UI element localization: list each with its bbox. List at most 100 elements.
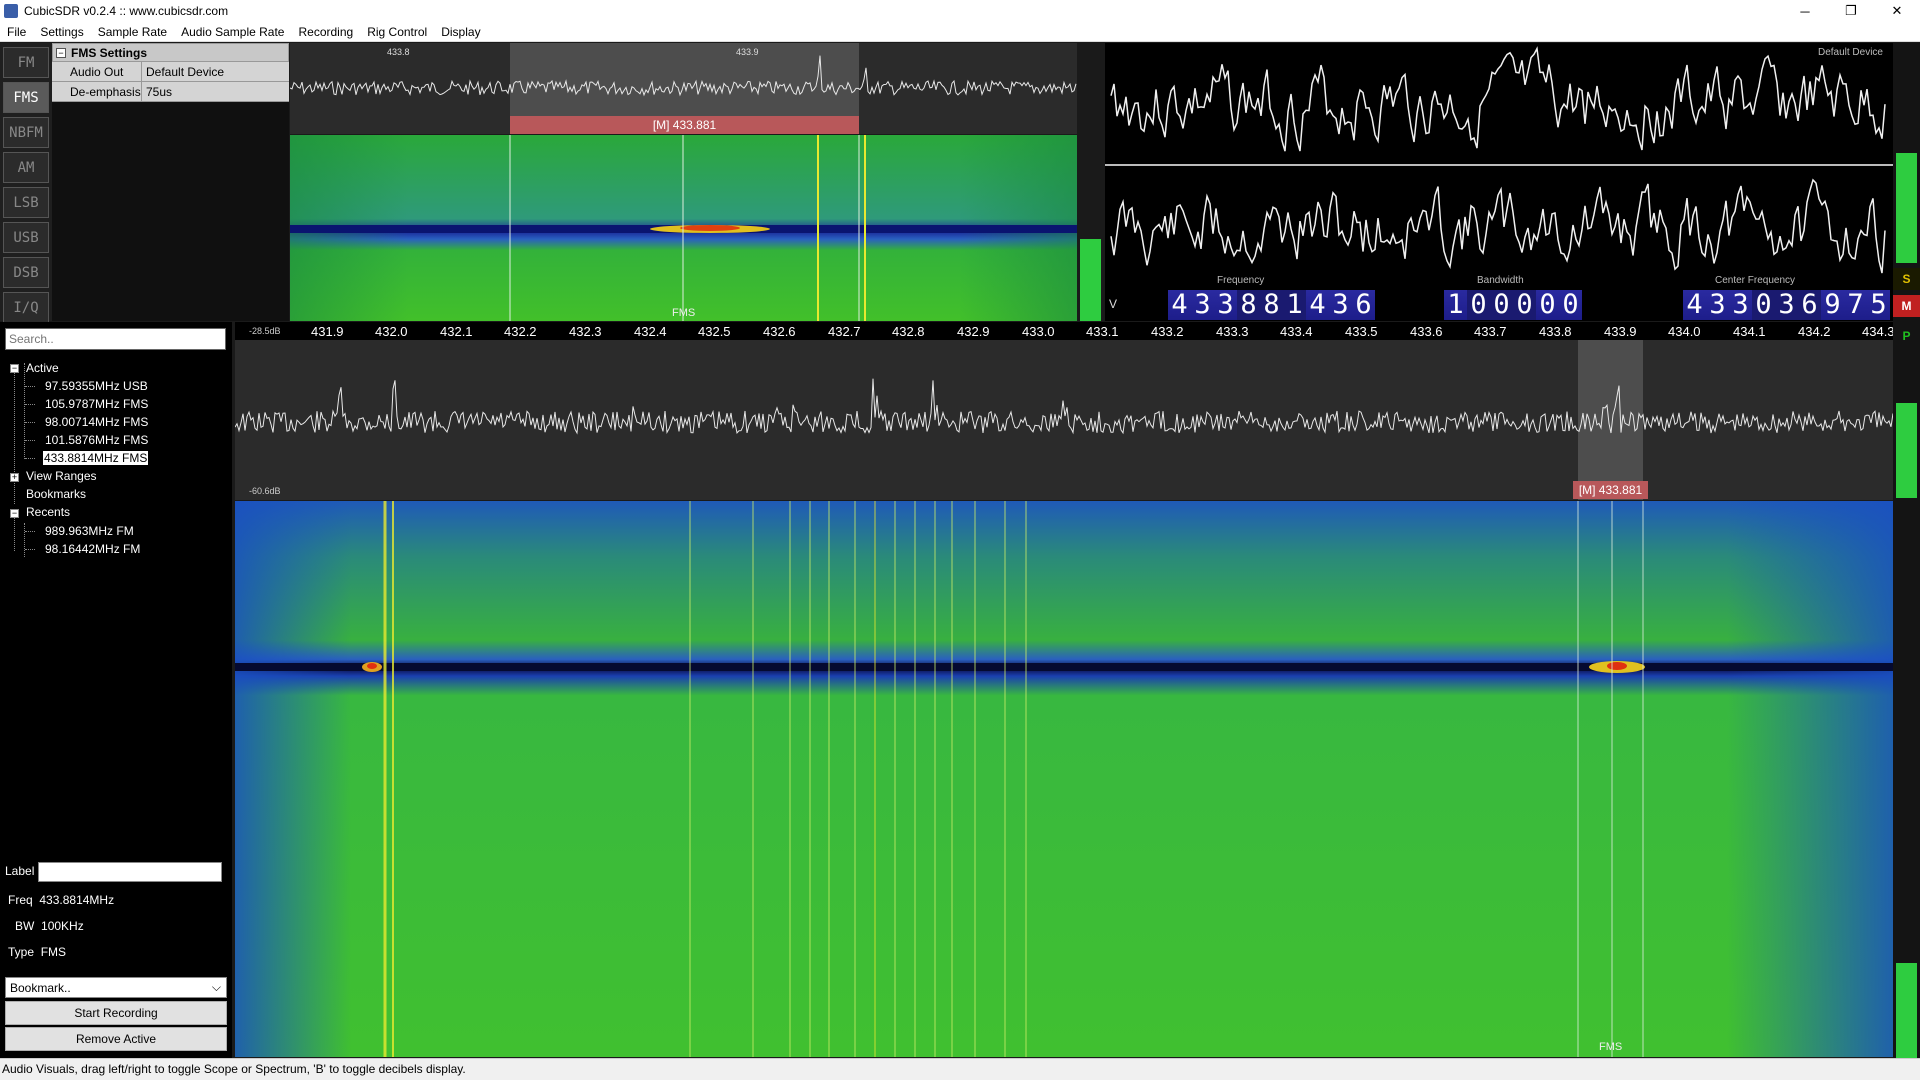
menu-audio-sample-rate[interactable]: Audio Sample Rate [174,25,291,39]
tree-group-bookmarks[interactable]: Bookmarks [26,487,86,501]
center-digit[interactable]: 9 [1821,290,1844,320]
demod-waterfall-image [290,135,1077,321]
center-digit[interactable]: 7 [1844,290,1867,320]
active-item[interactable]: 98.00714MHz FMS [45,415,148,429]
mode-am-button[interactable]: AM [3,152,49,183]
demod-spectrum[interactable]: 433.8 433.9 [M] 433.881 [290,43,1077,134]
maximize-button[interactable]: ❐ [1828,0,1874,22]
bandwidth-digit[interactable]: 0 [1513,290,1536,320]
active-item-selected[interactable]: 433.8814MHz FMS [43,451,149,465]
frequency-digit[interactable]: 3 [1214,290,1237,320]
recent-item[interactable]: 98.16442MHz FM [45,542,140,556]
active-band-label[interactable]: [M] 433.881 [1573,481,1648,499]
mode-dsb-button[interactable]: DSB [3,257,49,288]
menu-sample-rate[interactable]: Sample Rate [91,25,174,39]
chevron-down-icon: ⌵ [211,980,221,994]
mode-fm-button[interactable]: FM [3,47,49,78]
collapse-icon[interactable]: − [56,47,66,58]
bandwidth-digit[interactable]: 0 [1536,290,1559,320]
frequency-digit[interactable]: 8 [1237,290,1260,320]
bookmark-select[interactable]: Bookmark.. ⌵ [5,977,227,998]
type-label: Type [8,945,35,959]
bandwidth-digit[interactable]: 0 [1559,290,1582,320]
mode-fms-button[interactable]: FMS [3,82,49,113]
center-digit[interactable]: 0 [1752,290,1775,320]
mode-nbfm-button[interactable]: NBFM [3,117,49,148]
menu-display[interactable]: Display [434,25,487,39]
gain-level-fill [1080,239,1101,321]
center-frequency-digits[interactable]: 4 3 3 0 3 6 9 7 5 [1683,290,1890,320]
menu-file[interactable]: File [0,25,33,39]
audio-out-row[interactable]: Audio Out Default Device [52,62,289,82]
peak-hold-toggle[interactable]: P [1893,325,1920,347]
deemphasis-row[interactable]: De-emphasis 75us [52,82,289,102]
main-spectrum-trace [235,378,1893,435]
frequency-digit[interactable]: 4 [1306,290,1329,320]
start-recording-button[interactable]: Start Recording [5,1001,227,1025]
mode-iq-button[interactable]: I/Q [3,292,49,323]
modem-settings-panel: − FMS Settings Audio Out Default Device … [52,43,289,321]
tree-group-recents[interactable]: Recents [26,505,70,519]
frequency-digit[interactable]: 4 [1168,290,1191,320]
mode-selector: FM FMS NBFM AM LSB USB DSB I/Q [0,43,52,323]
collapse-icon[interactable]: − [10,509,19,518]
demod-waterfall[interactable]: FMS [290,135,1077,321]
mute-toggle[interactable]: M [1893,295,1920,317]
center-digit[interactable]: 3 [1706,290,1729,320]
frequency-digit[interactable]: 1 [1283,290,1306,320]
v-toggle[interactable]: V [1109,297,1117,311]
active-item[interactable]: 97.59355MHz USB [45,379,148,393]
tree-connector [14,372,15,488]
center-digit[interactable]: 6 [1798,290,1821,320]
spectrum-gain-meter[interactable] [1896,403,1917,498]
center-digit[interactable]: 4 [1683,290,1706,320]
active-item[interactable]: 101.5876MHz FMS [45,433,148,447]
bandwidth-digit[interactable]: 0 [1467,290,1490,320]
frequency-digit[interactable]: 3 [1329,290,1352,320]
minimize-button[interactable]: ─ [1782,0,1828,22]
tree-connector [25,440,35,441]
audio-out-value[interactable]: Default Device [142,62,224,81]
bandwidth-digit[interactable]: 0 [1490,290,1513,320]
demod-band-label[interactable]: [M] 433.881 [510,116,859,134]
mode-lsb-button[interactable]: LSB [3,187,49,218]
bandwidth-digits[interactable]: 1 0 0 0 0 0 [1444,290,1582,320]
signal-trace [235,378,1893,435]
search-input[interactable] [5,328,226,350]
frequency-digit[interactable]: 6 [1352,290,1375,320]
tree-connector [25,549,35,550]
squelch-toggle[interactable]: S [1893,268,1920,290]
bandwidth-digit[interactable]: 1 [1444,290,1467,320]
audio-level-meter[interactable] [1896,153,1917,263]
menu-rig-control[interactable]: Rig Control [360,25,434,39]
main-spectrum[interactable]: 431.9 432.0 432.1 432.2 432.3 432.4 432.… [235,322,1893,500]
center-digit[interactable]: 5 [1867,290,1890,320]
frequency-digit[interactable]: 3 [1191,290,1214,320]
frequency-digits[interactable]: 4 3 3 8 8 1 4 3 6 [1168,290,1375,320]
label-input[interactable] [38,862,222,882]
deemphasis-value[interactable]: 75us [142,82,172,101]
tree-group-view-ranges[interactable]: View Ranges [26,469,97,483]
audio-scope[interactable]: Default Device [1105,43,1893,288]
center-digit[interactable]: 3 [1775,290,1798,320]
collapse-icon[interactable]: − [10,364,19,373]
center-digit[interactable]: 3 [1729,290,1752,320]
waterfall-speed-meter[interactable] [1896,963,1917,1058]
remove-active-button[interactable]: Remove Active [5,1027,227,1051]
tree-connector [25,404,35,405]
recent-item[interactable]: 989.963MHz FM [45,524,134,538]
tree-connector [24,523,25,557]
main-waterfall[interactable]: FMS [235,501,1893,1057]
fms-settings-header[interactable]: − FMS Settings [52,43,289,62]
close-button[interactable]: ✕ [1874,0,1920,22]
mode-usb-button[interactable]: USB [3,222,49,253]
menu-settings[interactable]: Settings [33,25,90,39]
menu-recording[interactable]: Recording [291,25,360,39]
gain-level-meter[interactable] [1077,43,1104,321]
frequency-digit[interactable]: 8 [1260,290,1283,320]
active-item[interactable]: 105.9787MHz FMS [45,397,148,411]
tree-group-active[interactable]: Active [26,361,59,375]
demod-mode-label: FMS [672,307,696,319]
bw-label: BW [15,919,35,933]
expand-icon[interactable]: + [10,473,19,482]
